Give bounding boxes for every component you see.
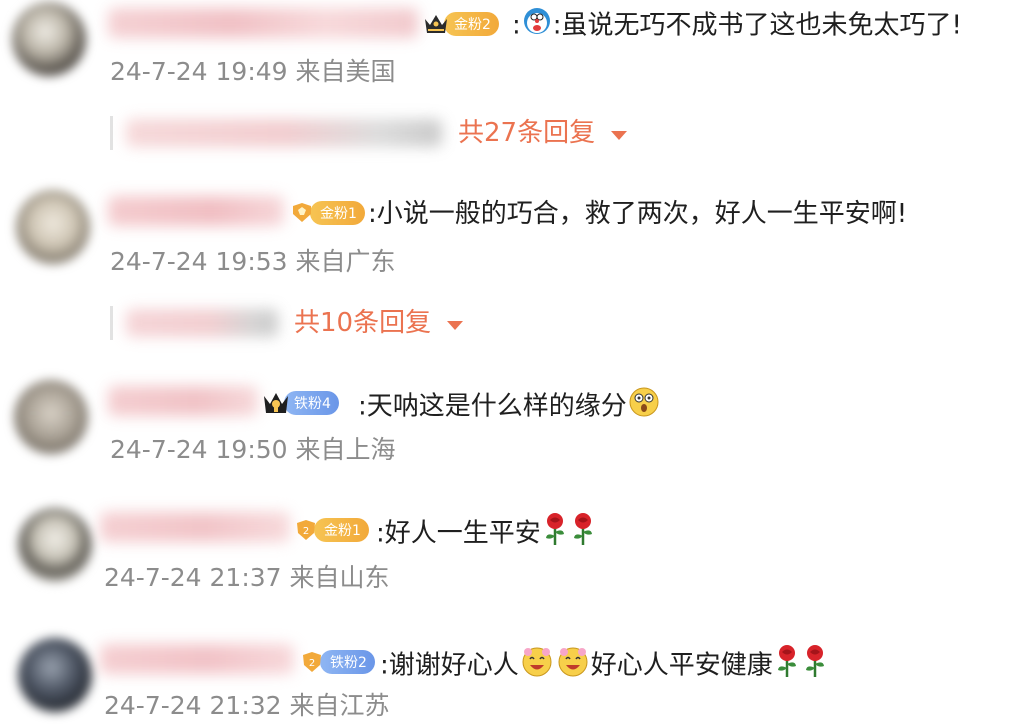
rose-emoji	[774, 644, 800, 688]
comment-body: :天呐这是什么样的缘分	[358, 391, 627, 422]
happy-flower-emoji	[520, 644, 554, 688]
fan-badge[interactable]: 金粉1	[288, 199, 365, 227]
reply-divider	[110, 306, 113, 340]
caret-down-icon	[611, 130, 628, 140]
comment-text: :小说一般的巧合，救了两次，好人一生平安啊!	[368, 199, 908, 229]
rose-emoji	[570, 512, 596, 556]
reply-divider	[110, 116, 113, 150]
view-replies-link[interactable]: 共10条回复	[294, 306, 464, 340]
comment-meta: 24-7-24 19:53 来自广东	[110, 247, 396, 276]
crown-icon: 2	[292, 516, 320, 544]
fan-badge[interactable]: 2 金粉1	[292, 516, 369, 544]
comment-text: :天呐这是什么样的缘分	[358, 386, 661, 428]
badge-label: 铁粉2	[320, 650, 375, 674]
doraemon-emoji	[522, 6, 552, 46]
comment-text: : :虽说无巧不成书了这也未免太巧了!	[512, 6, 962, 46]
avatar[interactable]	[18, 638, 92, 712]
rose-emoji	[802, 644, 828, 688]
username-blurred[interactable]	[100, 644, 294, 674]
comment-meta: 24-7-24 19:49 来自美国	[110, 57, 396, 86]
fan-badge[interactable]: 金粉2	[422, 10, 499, 38]
crown-icon	[422, 10, 450, 38]
badge-label: 金粉2	[444, 12, 499, 36]
comment-meta: 24-7-24 19:50 来自上海	[110, 435, 396, 464]
avatar[interactable]	[16, 190, 90, 264]
caret-down-icon	[447, 320, 464, 330]
crown-icon: 2	[298, 648, 326, 676]
badge-label: 金粉1	[314, 518, 369, 542]
fan-badge[interactable]: 铁粉4	[262, 389, 339, 417]
reply-count: 共10条回复	[294, 308, 432, 338]
svg-text:2: 2	[303, 526, 309, 537]
crown-icon	[288, 199, 316, 227]
comment-meta: 24-7-24 21:37 来自山东	[104, 563, 390, 592]
avatar[interactable]	[12, 2, 86, 76]
rose-emoji	[542, 512, 568, 556]
view-replies-link[interactable]: 共27条回复	[458, 116, 628, 150]
badge-label: 铁粉4	[284, 391, 339, 415]
happy-flower-emoji	[556, 644, 590, 688]
reply-preview-blurred[interactable]	[126, 309, 278, 337]
comment-text: :好人一生平安	[376, 512, 597, 556]
username-blurred[interactable]	[108, 196, 284, 226]
comment-body-b: 好心人平安健康	[590, 650, 773, 681]
avatar[interactable]	[18, 508, 92, 582]
username-blurred[interactable]	[100, 512, 290, 542]
comment-body: :好人一生平安	[376, 518, 541, 549]
fan-badge[interactable]: 2 铁粉2	[298, 648, 375, 676]
crown-icon	[262, 389, 290, 417]
comment-text-colon: :	[512, 10, 521, 41]
comment-meta: 24-7-24 21:32 来自江苏	[104, 691, 390, 720]
svg-text:2: 2	[309, 658, 315, 669]
avatar[interactable]	[14, 380, 88, 454]
shocked-emoji	[628, 386, 660, 428]
comment-text: :谢谢好心人 好心人平安健康	[380, 644, 829, 688]
reply-count: 共27条回复	[458, 118, 596, 148]
comment-body: :虽说无巧不成书了这也未免太巧了!	[552, 10, 962, 41]
reply-preview-blurred[interactable]	[126, 119, 442, 147]
badge-label: 金粉1	[310, 201, 365, 225]
comment-body-a: :谢谢好心人	[380, 650, 519, 681]
username-blurred[interactable]	[108, 8, 418, 38]
username-blurred[interactable]	[108, 386, 258, 416]
